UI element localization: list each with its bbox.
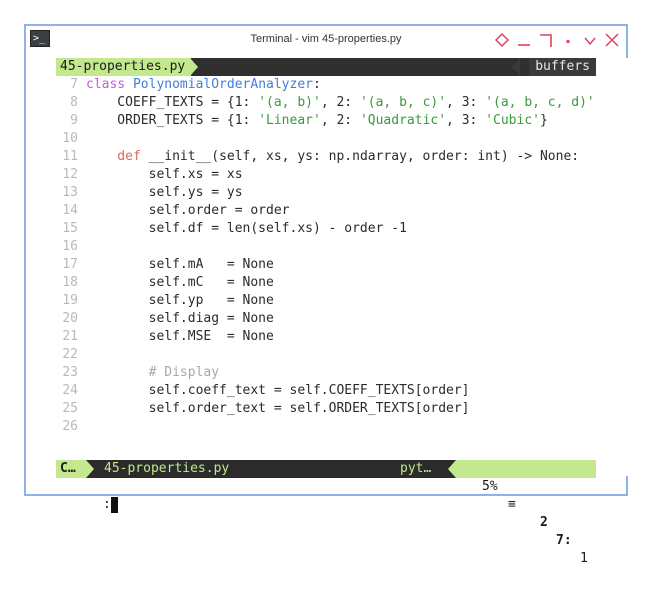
code-token: __init__(self, xs, ys: np.ndarray, order…: [148, 149, 580, 164]
status-line-number: 2: [540, 515, 548, 530]
code-line[interactable]: 25 self.order_text = self.ORDER_TEXTS[or…: [56, 400, 596, 418]
close-icon[interactable]: [604, 32, 620, 48]
code-line[interactable]: 14 self.order = order: [56, 202, 596, 220]
terminal-window: >_ Terminal - vim 45-properties.py 45-pr…: [24, 24, 636, 566]
line-number: 19: [62, 293, 78, 308]
line-number: 21: [62, 329, 78, 344]
vim-command-line[interactable]: :: [56, 478, 596, 513]
code-token: self.mA = None: [86, 257, 274, 272]
code-token: self.order_text = self.ORDER_TEXTS[order…: [86, 401, 470, 416]
code-token: self.mC = None: [86, 275, 274, 290]
code-token: :: [312, 77, 321, 92]
line-number: 12: [62, 167, 78, 182]
status-position: 5% ≡ 2 7: 1: [456, 460, 596, 566]
title-bar[interactable]: >_ Terminal - vim 45-properties.py: [26, 26, 626, 56]
code-token: '(a, b, c, d)': [485, 95, 595, 110]
line-number: 24: [62, 383, 78, 398]
code-token: , 2:: [320, 113, 360, 128]
code-line[interactable]: 23 # Display: [56, 364, 596, 382]
tab-active-file[interactable]: 45-properties.py: [56, 58, 192, 76]
dot-icon[interactable]: [560, 32, 576, 48]
line-number: 17: [62, 257, 78, 272]
code-line[interactable]: 21 self.MSE = None: [56, 328, 596, 346]
vim-tabline: 45-properties.py buffers: [56, 58, 596, 76]
code-line[interactable]: 7 class PolynomialOrderAnalyzer:: [56, 76, 596, 94]
code-line[interactable]: 12 self.xs = xs: [56, 166, 596, 184]
line-number: 14: [62, 203, 78, 218]
line-number: 23: [62, 365, 78, 380]
code-token: self.xs = xs: [86, 167, 243, 182]
line-number: 18: [62, 275, 78, 290]
code-token: , 2:: [320, 95, 360, 110]
code-token: '(a, b, c)': [359, 95, 447, 110]
code-line[interactable]: 15 self.df = len(self.xs) - order -1: [56, 220, 596, 238]
status-column: 1: [580, 551, 588, 566]
status-filetype: pyt…: [400, 461, 432, 476]
line-number: 15: [62, 221, 78, 236]
line-number: 10: [62, 131, 78, 146]
percent-icon: ≡: [508, 497, 516, 512]
code-line[interactable]: 19 self.yp = None: [56, 292, 596, 310]
code-line[interactable]: 13 self.ys = ys: [56, 184, 596, 202]
code-token: COEFF_TEXTS = {1:: [86, 95, 259, 110]
command-prompt: :: [102, 497, 111, 512]
code-token: self.order = order: [86, 203, 290, 218]
code-token: , 3:: [446, 113, 486, 128]
line-number: 16: [62, 239, 78, 254]
code-token: PolynomialOrderAnalyzer: [132, 77, 313, 92]
line-number: 22: [62, 347, 78, 362]
line-number: 25: [62, 401, 78, 416]
code-token: class: [86, 77, 133, 92]
code-token: }: [539, 113, 548, 128]
code-token: # Display: [86, 365, 220, 380]
chevron-down-icon[interactable]: [582, 32, 598, 48]
filetype-separator-arrow: [448, 460, 456, 478]
line-number: 13: [62, 185, 78, 200]
code-line[interactable]: 22: [56, 346, 596, 364]
code-token: self.yp = None: [86, 293, 274, 308]
code-token: self.diag = None: [86, 311, 274, 326]
code-line[interactable]: 20 self.diag = None: [56, 310, 596, 328]
code-line[interactable]: 10: [56, 130, 596, 148]
status-mode: C…: [56, 460, 86, 478]
code-token: self.coeff_text = self.COEFF_TEXTS[order…: [86, 383, 470, 398]
code-line[interactable]: 17 self.mA = None: [56, 256, 596, 274]
code-token: self.MSE = None: [86, 329, 274, 344]
code-line[interactable]: 11 def __init__(self, xs, ys: np.ndarray…: [56, 148, 596, 166]
code-token: 'Cubic': [485, 113, 540, 128]
code-line[interactable]: 26: [56, 418, 596, 436]
code-token: self.df = len(self.xs) - order -1: [86, 221, 407, 236]
line-number: 8: [70, 95, 78, 110]
line-number: 20: [62, 311, 78, 326]
code-line[interactable]: 16: [56, 238, 596, 256]
vim-statusline: C… 45-properties.py pyt… 5% ≡ 2 7: 1: [56, 460, 596, 566]
buffers-separator-arrow: [512, 58, 520, 76]
diamond-icon[interactable]: [494, 32, 510, 48]
code-line[interactable]: 9 ORDER_TEXTS = {1: 'Linear', 2: 'Quadra…: [56, 112, 596, 130]
tab-separator-arrow: [190, 58, 198, 76]
code-line[interactable]: 24 self.coeff_text = self.COEFF_TEXTS[or…: [56, 382, 596, 400]
line-number: 11: [62, 149, 78, 164]
code-token: self.ys = ys: [86, 185, 243, 200]
code-token: '(a, b)': [258, 95, 321, 110]
code-token: , 3:: [446, 95, 486, 110]
code-token: 'Linear': [258, 113, 321, 128]
line-number: 7: [70, 77, 78, 92]
terminal-area[interactable]: 45-properties.py buffers 7 class Polynomi…: [56, 58, 636, 566]
code-line[interactable]: 8 COEFF_TEXTS = {1: '(a, b)', 2: '(a, b,…: [56, 94, 596, 112]
window-controls: [494, 30, 620, 50]
line-number: 9: [70, 113, 78, 128]
mode-separator-arrow: [86, 460, 94, 478]
status-column-separator: 7:: [556, 533, 572, 548]
line-number: 26: [62, 419, 78, 434]
code-token: def: [86, 149, 149, 164]
buffers-label[interactable]: buffers: [529, 58, 596, 76]
code-token: 'Quadratic': [359, 113, 447, 128]
minimize-icon[interactable]: [516, 32, 532, 48]
status-filename: 45-properties.py: [104, 461, 230, 476]
maximize-icon[interactable]: [538, 32, 554, 48]
code-line[interactable]: 18 self.mC = None: [56, 274, 596, 292]
code-token: ORDER_TEXTS = {1:: [86, 113, 259, 128]
text-cursor: [110, 496, 118, 513]
